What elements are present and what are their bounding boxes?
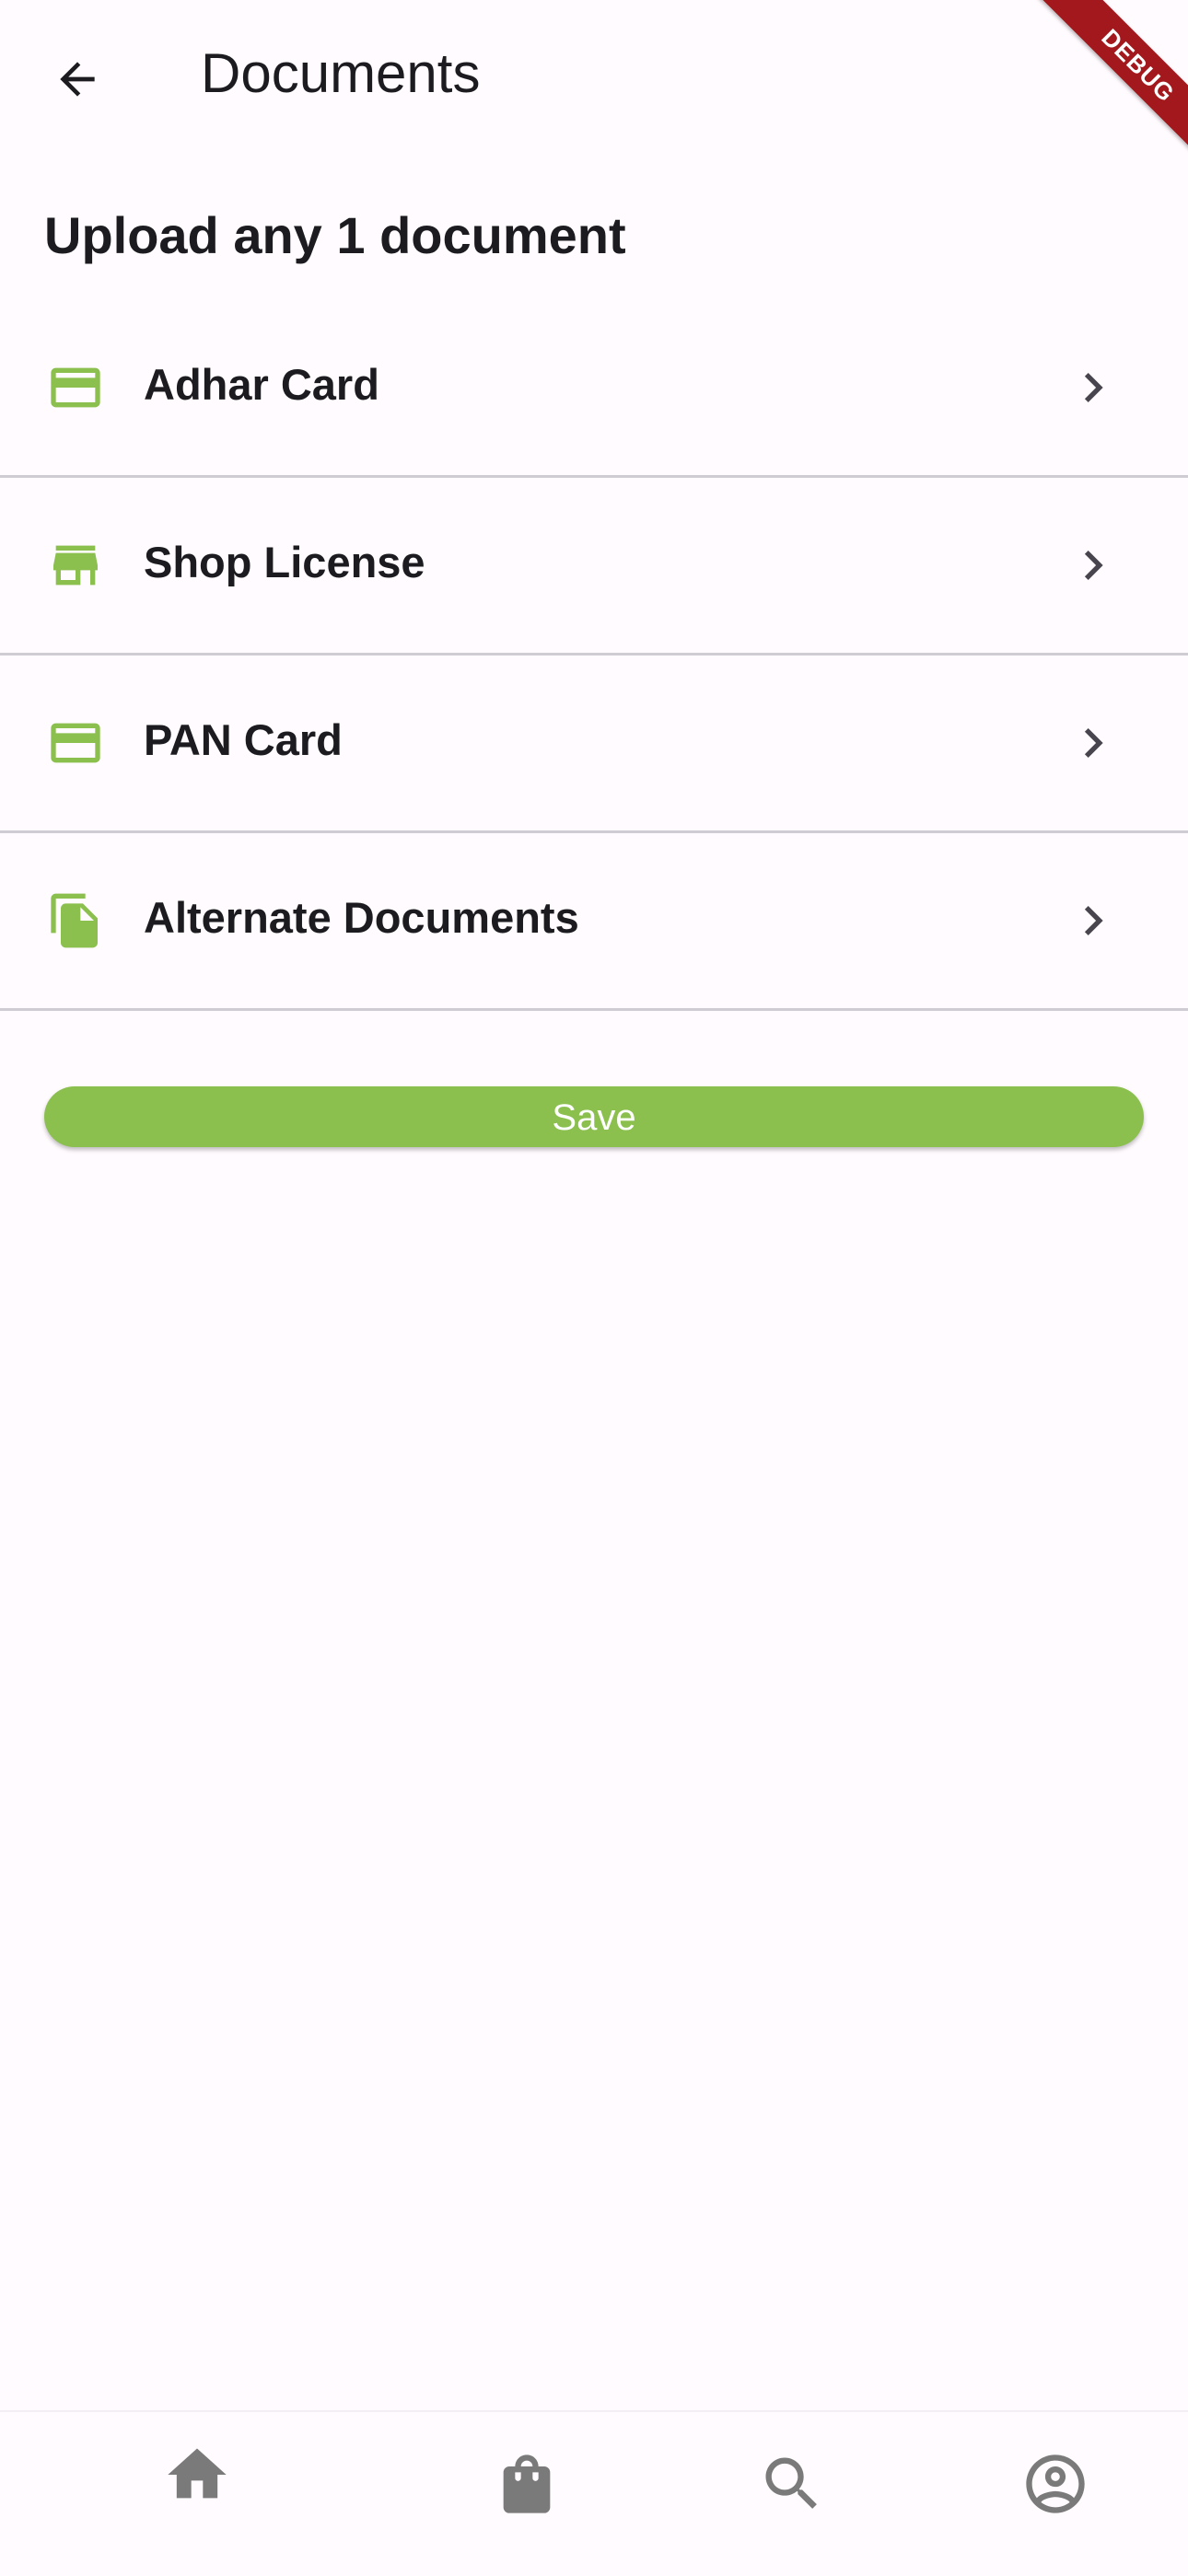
document-item-label: Alternate Documents [144,893,579,942]
document-list: Adhar Card Shop License PAN Card Alterna… [0,300,1188,1011]
nav-profile[interactable] [1020,2449,1090,2519]
document-item-pan-card[interactable]: PAN Card [0,656,1188,833]
nav-home[interactable] [162,2440,232,2510]
credit-card-icon [51,367,100,408]
shopping-bag-icon [503,2454,551,2513]
document-item-label: Adhar Card [144,360,379,409]
section-heading: Upload any 1 document [44,206,626,264]
chevron-right-icon [1084,551,1103,580]
account-circle-icon [1026,2454,1085,2513]
chevron-right-icon [1084,906,1103,935]
nav-shop[interactable] [492,2449,562,2519]
home-icon [168,2448,227,2499]
file-copy-icon [51,893,98,948]
store-icon [53,545,98,586]
document-item-adhar-card[interactable]: Adhar Card [0,300,1188,478]
document-item-alternate-documents[interactable]: Alternate Documents [0,833,1188,1011]
search-icon [765,2457,817,2509]
document-item-shop-license[interactable]: Shop License [0,478,1188,656]
back-button[interactable] [37,39,118,120]
save-button[interactable]: Save [44,1086,1144,1147]
nav-search[interactable] [757,2449,827,2519]
credit-card-icon [51,723,100,763]
page-title: Documents [201,42,481,104]
chevron-right-icon [1084,373,1103,402]
arrow-back-icon [60,62,95,97]
document-item-label: PAN Card [144,715,343,764]
document-item-label: Shop License [144,538,425,586]
app-bar: Documents [0,0,1188,152]
chevron-right-icon [1084,728,1103,758]
bottom-navigation [0,2410,1188,2576]
